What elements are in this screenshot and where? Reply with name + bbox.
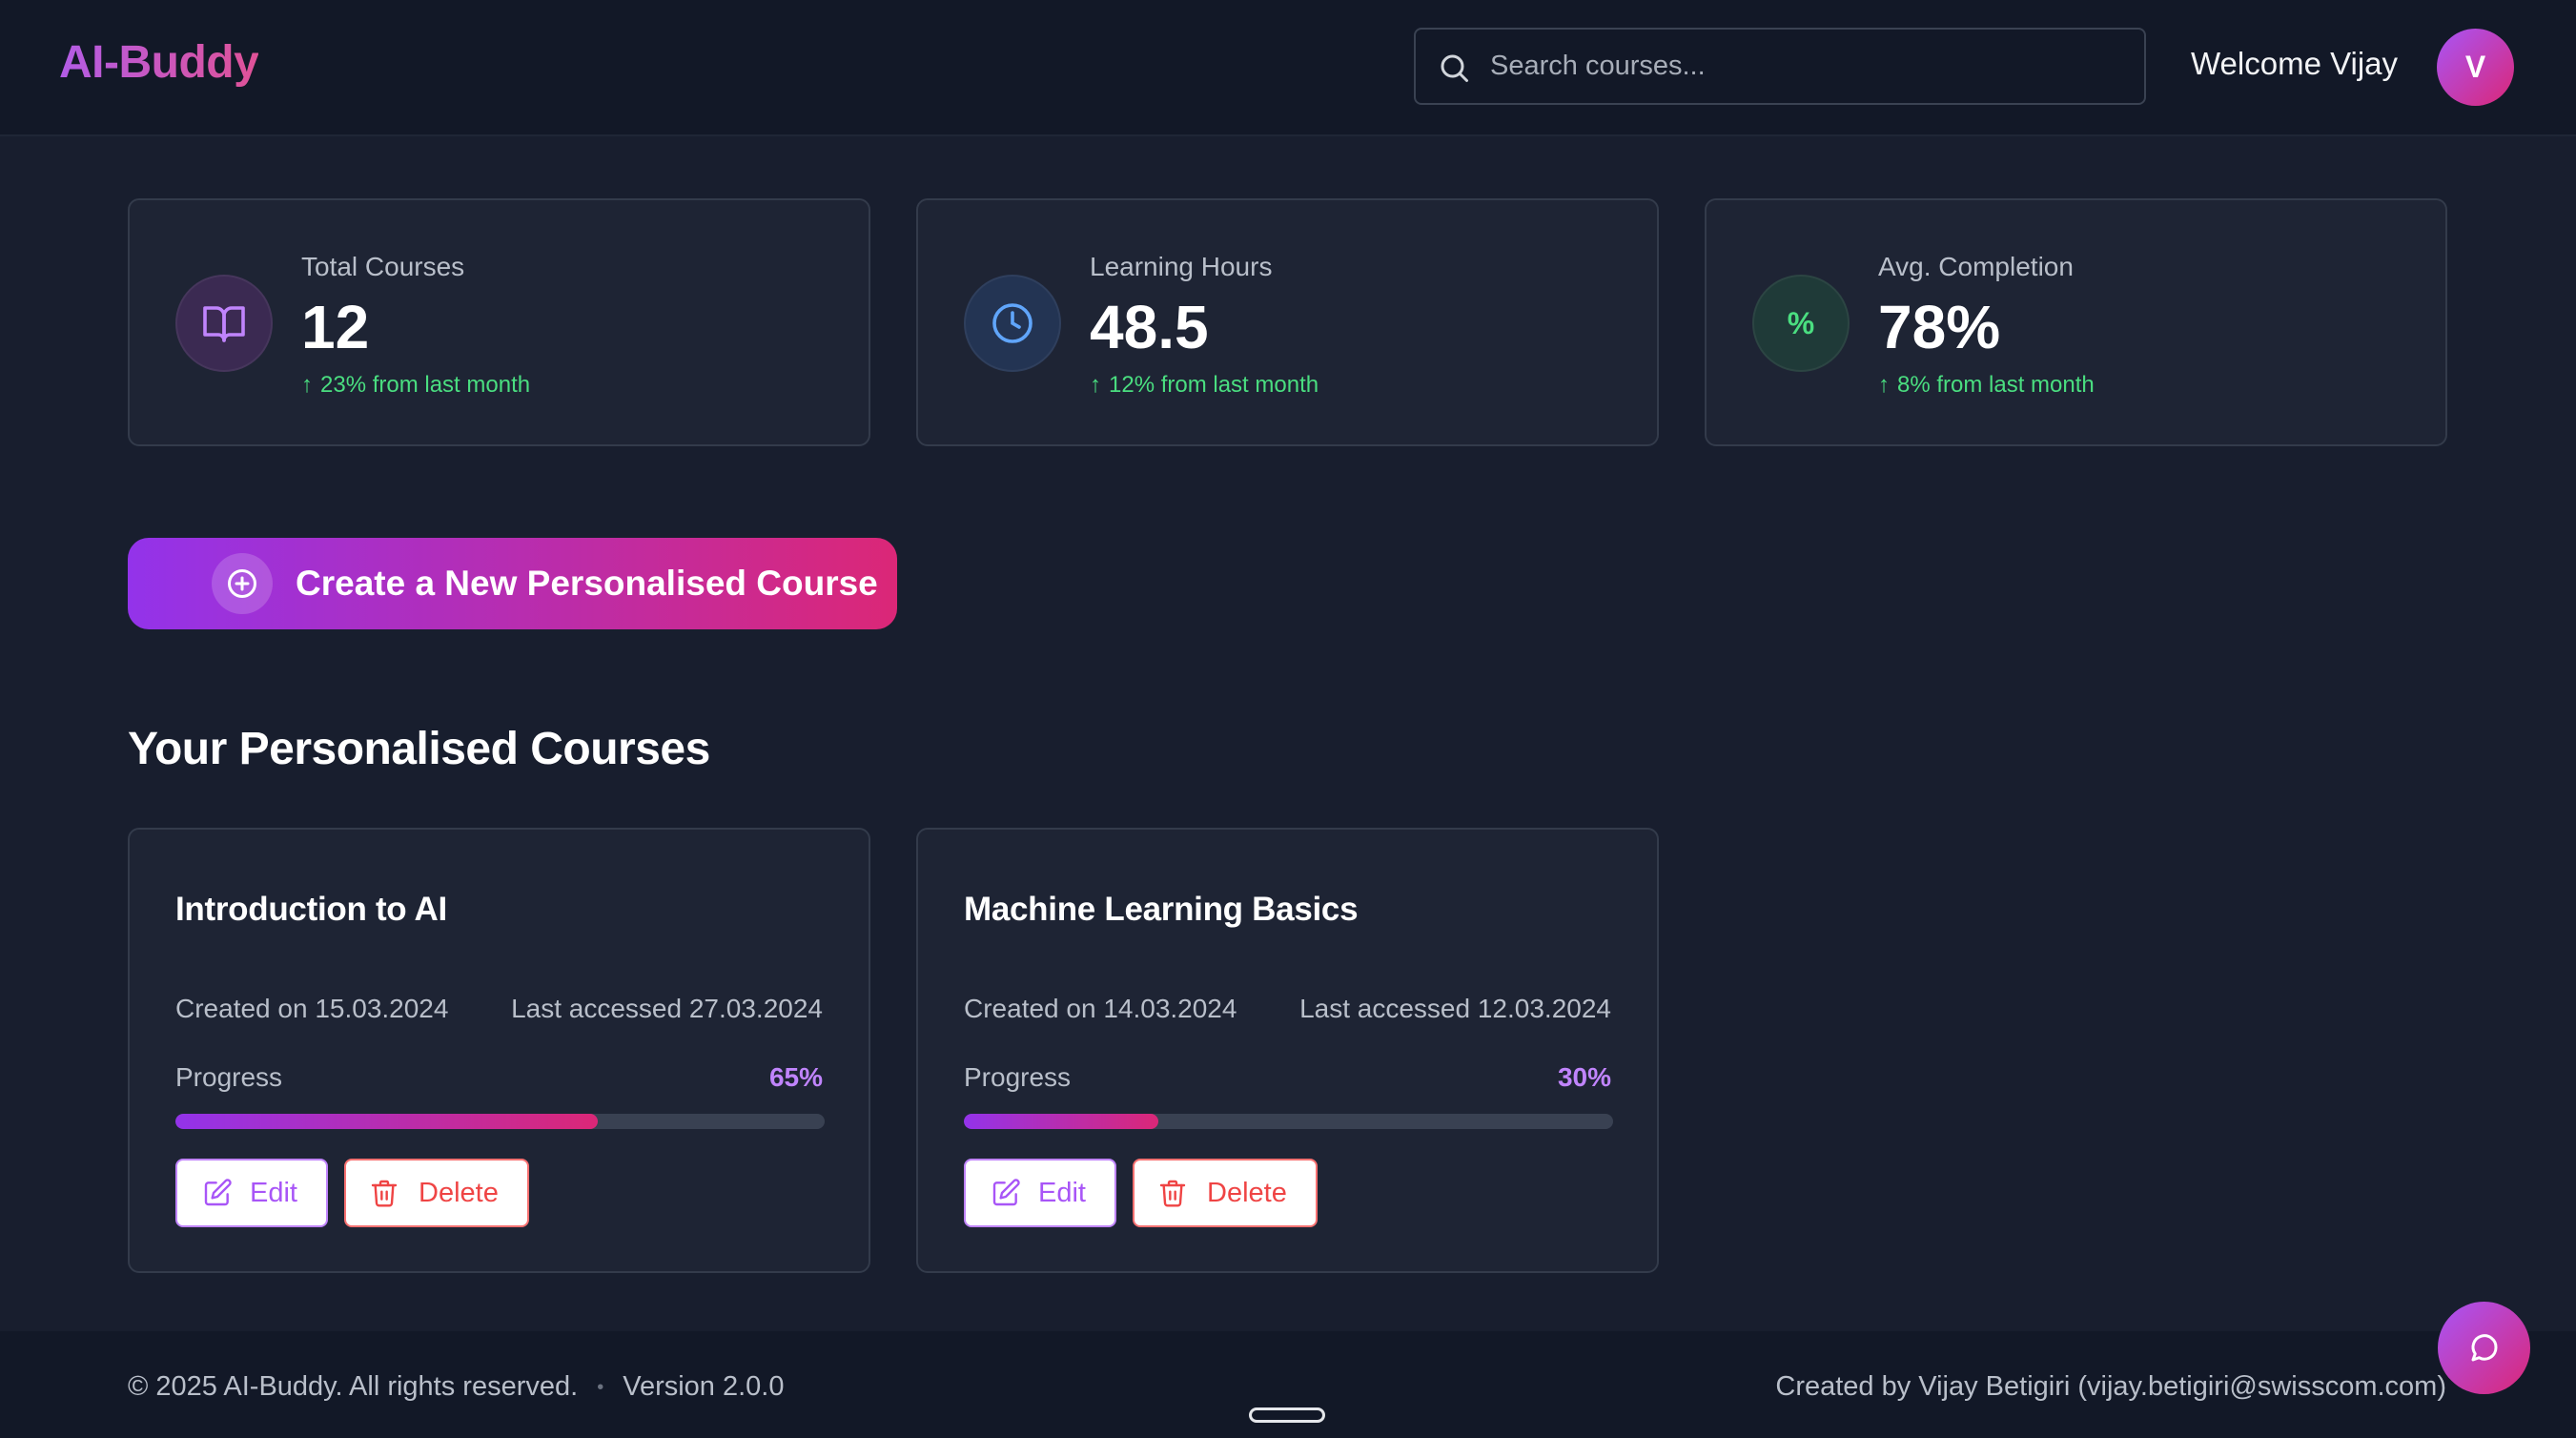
arrow-up-icon: ↑ bbox=[1878, 372, 1890, 398]
stat-card-avg-completion: % Avg. Completion 78% ↑ 8% from last mont… bbox=[1705, 198, 2447, 446]
edit-label: Edit bbox=[250, 1177, 297, 1208]
progress-bar bbox=[964, 1114, 1613, 1129]
percent-icon: % bbox=[1752, 275, 1850, 372]
user-avatar[interactable]: V bbox=[2437, 29, 2514, 106]
course-card[interactable]: Introduction to AI Created on 15.03.2024… bbox=[128, 828, 870, 1273]
search-icon bbox=[1441, 54, 1468, 82]
separator-dot: • bbox=[597, 1376, 604, 1398]
stat-trend: ↑ 8% from last month bbox=[1878, 372, 2095, 398]
course-last-accessed: Last accessed 27.03.2024 bbox=[511, 994, 823, 1023]
plus-circle-icon bbox=[212, 553, 273, 614]
trash-icon bbox=[1159, 1180, 1186, 1207]
course-last-accessed: Last accessed 12.03.2024 bbox=[1299, 994, 1611, 1023]
course-created-date: Created on 14.03.2024 bbox=[964, 994, 1237, 1023]
delete-label: Delete bbox=[419, 1177, 499, 1208]
edit-button[interactable]: Edit bbox=[964, 1159, 1116, 1227]
copyright-text: © 2025 AI-Buddy. All rights reserved. bbox=[128, 1371, 579, 1402]
app-logo[interactable]: AI-Buddy bbox=[59, 36, 259, 89]
stat-trend: ↑ 23% from last month bbox=[301, 372, 531, 398]
footer-left: © 2025 AI-Buddy. All rights reserved. • Ve… bbox=[128, 1371, 785, 1403]
trash-icon bbox=[371, 1180, 398, 1207]
top-navbar: AI-Buddy Welcome Vijay V bbox=[0, 0, 2576, 136]
stat-value: 48.5 bbox=[1090, 293, 1209, 361]
version-text: Version 2.0.0 bbox=[623, 1371, 785, 1402]
course-title[interactable]: Introduction to AI bbox=[175, 891, 447, 929]
progress-label: Progress bbox=[964, 1062, 1072, 1092]
clock-icon bbox=[964, 275, 1061, 372]
progress-value: 30% bbox=[1557, 1062, 1611, 1092]
section-title: Your Personalised Courses bbox=[128, 724, 710, 774]
search-input[interactable] bbox=[1490, 30, 2119, 103]
progress-value: 65% bbox=[768, 1062, 823, 1092]
create-course-button[interactable]: Create a New Personalised Course bbox=[128, 538, 897, 629]
course-created-date: Created on 15.03.2024 bbox=[175, 994, 449, 1023]
stat-card-learning-hours: Learning Hours 48.5 ↑ 12% from last month bbox=[916, 198, 1659, 446]
chat-bubble-icon bbox=[2471, 1333, 2498, 1361]
home-indicator bbox=[1249, 1407, 1325, 1423]
stat-value: 78% bbox=[1878, 293, 2001, 361]
stat-trend: ↑ 12% from last month bbox=[1090, 372, 1319, 398]
stat-label: Learning Hours bbox=[1090, 252, 1273, 281]
edit-icon bbox=[992, 1179, 1020, 1206]
edit-button[interactable]: Edit bbox=[175, 1159, 328, 1227]
chat-button[interactable] bbox=[2438, 1302, 2530, 1394]
progress-fill bbox=[175, 1114, 598, 1129]
course-card[interactable]: Machine Learning Basics Created on 14.03… bbox=[916, 828, 1659, 1273]
stat-value: 12 bbox=[301, 293, 370, 361]
book-open-icon bbox=[175, 275, 273, 372]
create-course-label: Create a New Personalised Course bbox=[296, 564, 878, 603]
search-box[interactable] bbox=[1414, 28, 2146, 105]
edit-label: Edit bbox=[1038, 1177, 1086, 1208]
edit-icon bbox=[204, 1179, 232, 1206]
progress-bar bbox=[175, 1114, 825, 1129]
progress-label: Progress bbox=[175, 1062, 283, 1092]
delete-button[interactable]: Delete bbox=[1133, 1159, 1318, 1227]
arrow-up-icon: ↑ bbox=[301, 372, 313, 398]
stat-label: Total Courses bbox=[301, 252, 465, 281]
arrow-up-icon: ↑ bbox=[1090, 372, 1101, 398]
progress-fill bbox=[964, 1114, 1159, 1129]
delete-label: Delete bbox=[1207, 1177, 1287, 1208]
welcome-text: Welcome Vijay bbox=[2191, 46, 2399, 81]
stat-label: Avg. Completion bbox=[1878, 252, 2074, 281]
author-credit: Created by Vijay Betigiri (vijay.betigir… bbox=[1775, 1371, 2446, 1402]
course-title[interactable]: Machine Learning Basics bbox=[964, 891, 1359, 929]
delete-button[interactable]: Delete bbox=[344, 1159, 529, 1227]
stat-card-total-courses: Total Courses 12 ↑ 23% from last month bbox=[128, 198, 870, 446]
